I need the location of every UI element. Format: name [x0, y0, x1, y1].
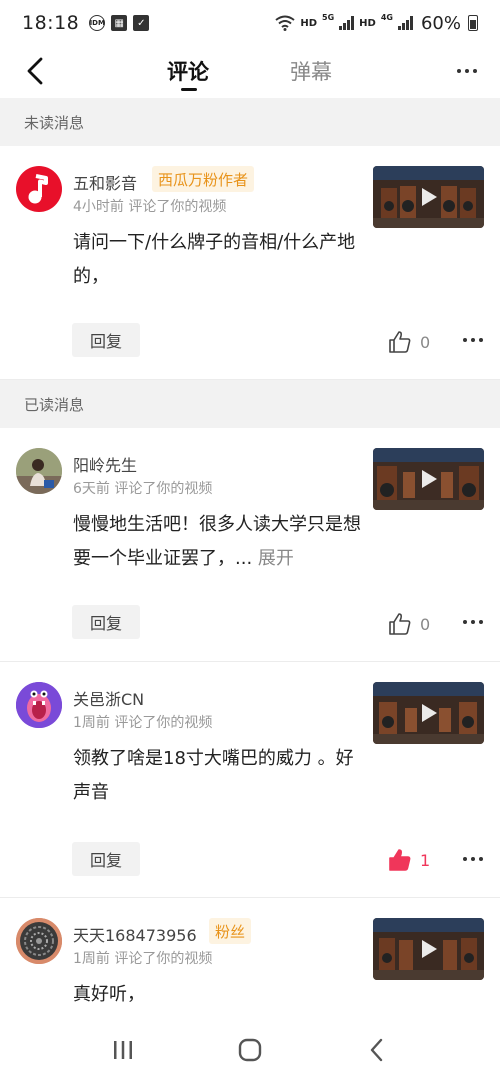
system-back-button[interactable] [355, 1028, 399, 1072]
tab-comments[interactable]: 评论 [167, 56, 209, 86]
video-thumbnail[interactable] [373, 166, 484, 228]
thumbs-up-filled-icon [389, 849, 411, 871]
comment-meta: 1周前 评论了你的视频 [73, 715, 213, 731]
item-more-button[interactable] [460, 609, 486, 635]
comment-text[interactable]: 请问一下/什么牌子的音相/什么产地的， [73, 226, 363, 294]
like-button[interactable]: 1 [388, 844, 436, 876]
user-name[interactable]: 五和影音 [73, 170, 137, 194]
notification-icon: ▦ [111, 15, 128, 31]
section-unread: 未读消息 [0, 98, 500, 146]
music-note-icon [28, 174, 48, 204]
comment-item: 关邑浙CN 1周前 评论了你的视频 领教了啥是18寸大嘴巴的威力 。好声音 回复… [0, 662, 500, 898]
tab-active-indicator [181, 88, 197, 91]
user-name[interactable]: 关邑浙CN [73, 686, 144, 710]
thumbs-up-icon [389, 331, 411, 353]
user-name[interactable]: 阳岭先生 [73, 452, 137, 476]
chevron-left-icon [27, 57, 43, 85]
home-icon [238, 1038, 262, 1062]
like-button[interactable]: 0 [388, 326, 436, 358]
expand-link[interactable]: 展开 [258, 548, 294, 569]
system-nav-bar [0, 1017, 500, 1083]
reply-button[interactable]: 回复 [72, 842, 140, 876]
recent-apps-icon [114, 1041, 133, 1059]
user-name[interactable]: 天天168473956 [73, 922, 197, 946]
signal-icon [339, 16, 355, 30]
like-button[interactable]: 0 [388, 608, 436, 640]
avatar[interactable] [16, 682, 62, 728]
comment-text[interactable]: 领教了啥是18寸大嘴巴的威力 。好声音 [73, 742, 363, 810]
avatar[interactable] [16, 448, 62, 494]
net-label-hd1: HD [300, 17, 318, 29]
status-bar: 18:18 IDM ▦ ✓ HD 5G HD 4G 60% [0, 0, 500, 46]
comment-item: 五和影音 西瓜万粉作者 4小时前 评论了你的视频 请问一下/什么牌子的音相/什么… [0, 146, 500, 380]
signal-icon-2 [397, 16, 413, 30]
check-icon: ✓ [133, 15, 150, 31]
back-icon [370, 1038, 382, 1062]
more-options-button[interactable] [452, 56, 482, 86]
like-count: 0 [420, 332, 431, 352]
fan-badge: 粉丝 [209, 918, 252, 944]
comment-item: 阳岭先生 6天前 评论了你的视频 慢慢地生活吧！很多人读大学只是想要一个毕业证罢… [0, 428, 500, 662]
idm-icon: IDM [89, 15, 106, 31]
cartoon-mouth-avatar [16, 682, 62, 728]
back-button[interactable] [18, 54, 52, 88]
person-photo [16, 448, 62, 494]
like-count: 0 [420, 614, 431, 634]
comment-text[interactable]: 慢慢地生活吧！很多人读大学只是想要一个毕业证罢了，... 展开 [73, 508, 363, 576]
status-time: 18:18 [22, 12, 80, 34]
comment-item: 天天168473956 粉丝 1周前 评论了你的视频 真好听， [0, 898, 500, 1018]
speakers-video-image [373, 918, 484, 980]
recent-apps-button[interactable] [101, 1028, 145, 1072]
battery-icon [468, 15, 478, 31]
item-more-button[interactable] [460, 327, 486, 353]
speakers-video-image [373, 682, 484, 744]
thumbs-up-icon [389, 613, 411, 635]
video-thumbnail[interactable] [373, 918, 484, 980]
video-thumbnail[interactable] [373, 682, 484, 744]
comment-meta: 1周前 评论了你的视频 [73, 951, 213, 967]
header: 评论 弹幕 [0, 46, 500, 98]
tab-danmu[interactable]: 弹幕 [290, 56, 332, 86]
item-more-button[interactable] [460, 846, 486, 872]
net-label-4g: 4G [380, 12, 393, 22]
comment-text[interactable]: 真好听， [73, 978, 363, 1012]
net-label-hd2: HD [359, 17, 376, 29]
battery-percent: 60% [420, 12, 461, 34]
section-read: 已读消息 [0, 380, 500, 428]
speakers-video-image [373, 448, 484, 510]
pattern-avatar [16, 918, 62, 964]
comment-meta: 6天前 评论了你的视频 [73, 481, 213, 497]
video-thumbnail[interactable] [373, 448, 484, 510]
net-label-5g: 5G [322, 12, 335, 22]
home-button[interactable] [228, 1028, 272, 1072]
comment-meta: 4小时前 评论了你的视频 [73, 199, 227, 215]
reply-button[interactable]: 回复 [72, 323, 140, 357]
author-badge: 西瓜万粉作者 [152, 166, 255, 192]
avatar[interactable] [16, 918, 62, 964]
reply-button[interactable]: 回复 [72, 605, 140, 639]
speakers-video-image [373, 166, 484, 228]
wifi-icon [275, 15, 295, 31]
like-count: 1 [420, 850, 431, 870]
avatar[interactable] [16, 166, 62, 212]
